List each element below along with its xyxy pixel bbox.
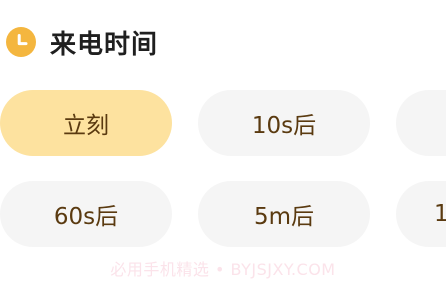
option-label: 立刻 [63,113,109,139]
section-header: 来电时间 [6,26,159,60]
option-label: 5m后 [253,204,315,230]
clock-icon [6,27,36,57]
option-label: 10s后 [251,113,317,139]
option-60s[interactable]: 60s后 [0,181,172,247]
option-5m[interactable]: 5m后 [198,181,370,247]
watermark: 必用手机精选 • BYJSJXY.COM [110,260,336,279]
option-label: 60s后 [53,204,119,230]
option-partial-bottom[interactable]: 1 [396,181,446,247]
option-partial-top[interactable] [396,90,446,156]
option-immediate[interactable]: 立刻 [0,90,172,156]
option-10s[interactable]: 10s后 [198,90,370,156]
section-title: 来电时间 [50,29,159,60]
option-label: 1 [434,201,446,227]
